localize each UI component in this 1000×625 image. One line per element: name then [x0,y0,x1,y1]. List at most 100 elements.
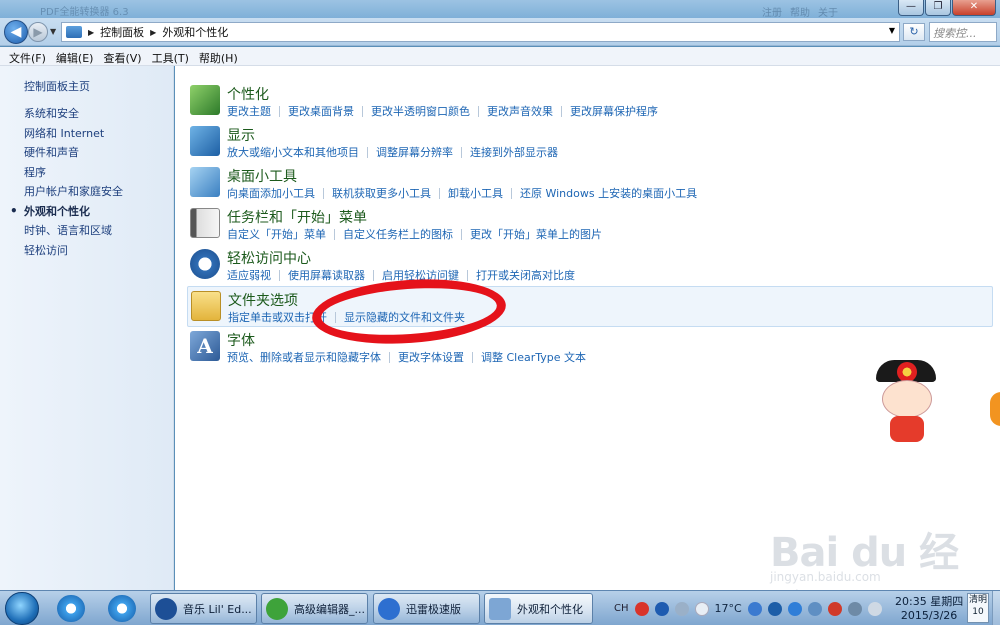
app-tray-icon[interactable] [807,601,822,616]
link-customize-taskbar-icons[interactable]: 自定义任务栏上的图标 [343,226,453,242]
link-change-sounds[interactable]: 更改声音效果 [487,103,553,119]
link-change-window-color[interactable]: 更改半透明窗口颜色 [371,103,470,119]
link-restore-gadgets[interactable]: 还原 Windows 上安装的桌面小工具 [520,185,697,201]
category-title[interactable]: 任务栏和「开始」菜单 [227,207,367,227]
menu-file[interactable]: 文件(F) [4,47,51,65]
category-display: 显示 放大或缩小文本和其他项目 调整屏幕分辨率 连接到外部显示器 [187,122,993,163]
minimize-button[interactable]: — [898,0,924,16]
back-button[interactable]: ◀ [4,20,28,44]
recent-pages-dropdown[interactable]: ▼ [50,27,56,36]
link-preview-fonts[interactable]: 预览、删除或者显示和隐藏字体 [227,349,381,365]
network-icon[interactable] [847,601,862,616]
link-customize-start-menu[interactable]: 自定义「开始」菜单 [227,226,326,242]
fonts-icon[interactable]: A [190,331,220,361]
task-appearance[interactable]: 外观和个性化 [484,593,593,624]
sidebar-item-user-accounts[interactable]: 用户帐户和家庭安全 [24,184,123,204]
system-tray: CH 17°C [614,595,882,622]
link-external-display[interactable]: 连接到外部显示器 [470,144,558,160]
category-title[interactable]: 轻松访问中心 [227,248,311,268]
category-gadgets: 桌面小工具 向桌面添加小工具 联机获取更多小工具 卸载小工具 还原 Window… [187,163,993,204]
sidebar-item-network[interactable]: 网络和 Internet [24,126,123,146]
calendar-badge[interactable]: 清明 10 [967,593,989,623]
sidebar-item-ease-of-access[interactable]: 轻松访问 [24,243,123,263]
category-title[interactable]: 个性化 [227,84,269,104]
weather-cloud-icon[interactable] [694,601,709,616]
breadcrumb-appearance[interactable]: 外观和个性化 [162,24,228,40]
link-font-settings[interactable]: 更改字体设置 [398,349,464,365]
taskbar-icon[interactable] [190,208,220,238]
tray-expand-icon[interactable] [674,601,689,616]
task-label: 外观和个性化 [517,602,583,616]
window-title: PDF全能转换器 6.3 [40,7,129,18]
ghost-menu-about: 关于 [818,8,838,19]
link-change-background[interactable]: 更改桌面背景 [288,103,354,119]
folder-options-icon[interactable] [191,291,221,321]
personalization-icon[interactable] [190,85,220,115]
link-change-screensaver[interactable]: 更改屏幕保护程序 [570,103,658,119]
search-input[interactable]: 搜索控... [929,22,997,42]
sidebar-item-hardware[interactable]: 硬件和声音 [24,145,123,165]
sidebar-item-programs[interactable]: 程序 [24,165,123,185]
category-title[interactable]: 字体 [227,330,255,350]
menu-view[interactable]: 查看(V) [98,47,146,65]
task-label: 迅雷极速版 [406,602,461,616]
task-xunlei[interactable]: 迅雷极速版 [373,593,480,624]
breadcrumb[interactable]: ▶ 控制面板 ▶ 外观和个性化 ▼ [61,22,900,42]
app-tray-icon[interactable] [747,601,762,616]
app-tray-icon[interactable] [767,601,782,616]
link-text-size[interactable]: 放大或缩小文本和其他项目 [227,144,359,160]
weather-temp[interactable]: 17°C [715,602,742,615]
task-music[interactable]: 音乐 Lil' Ed... [150,593,257,624]
category-title[interactable]: 桌面小工具 [227,166,297,186]
maximize-button[interactable]: ❐ [925,0,951,16]
menu-tools[interactable]: 工具(T) [147,47,194,65]
flag-icon[interactable] [827,601,842,616]
breadcrumb-control-panel[interactable]: 控制面板 [100,24,144,40]
kugou-icon [155,597,177,620]
sogou-input-icon[interactable] [634,601,649,616]
content-pane: 个性化 更改主题 更改桌面背景 更改半透明窗口颜色 更改声音效果 更改屏幕保护程… [175,66,1000,590]
security-shield-icon[interactable] [787,601,802,616]
gadgets-icon[interactable] [190,167,220,197]
orange-widget-icon[interactable] [990,392,1000,426]
link-high-contrast[interactable]: 打开或关闭高对比度 [476,267,575,283]
link-add-gadgets[interactable]: 向桌面添加小工具 [227,185,315,201]
chevron-down-icon[interactable]: ▼ [889,26,895,35]
link-low-vision[interactable]: 适应弱视 [227,267,271,283]
clock[interactable]: 20:35 星期四 2015/3/26 [895,595,963,623]
ie-icon[interactable] [108,595,136,622]
forward-button[interactable]: ▶ [28,22,48,42]
category-ease-of-access: 轻松访问中心 适应弱视 使用屏幕读取器 启用轻松访问键 打开或关闭高对比度 [187,245,993,286]
link-cleartype[interactable]: 调整 ClearType 文本 [481,349,586,365]
ease-of-access-icon[interactable] [190,249,220,279]
link-uninstall-gadget[interactable]: 卸载小工具 [448,185,503,201]
link-resolution[interactable]: 调整屏幕分辨率 [376,144,453,160]
close-button[interactable]: ✕ [952,0,996,16]
help-icon[interactable] [654,601,669,616]
refresh-button[interactable]: ↻ [903,23,925,41]
sidebar-item-system-security[interactable]: 系统和安全 [24,106,123,126]
menu-help[interactable]: 帮助(H) [194,47,243,65]
category-folder-options: 文件夹选项 指定单击或双击打开 显示隐藏的文件和文件夹 [187,286,993,327]
sidebar-item-clock-region[interactable]: 时钟、语言和区域 [24,223,123,243]
watermark-url: jingyan.baidu.com [770,570,881,584]
link-screen-reader[interactable]: 使用屏幕读取器 [288,267,365,283]
category-title[interactable]: 文件夹选项 [228,290,298,310]
start-button[interactable] [5,592,39,625]
sidebar-home-link[interactable]: 控制面板主页 [24,78,90,94]
ie-icon[interactable] [57,595,85,622]
category-personalization: 个性化 更改主题 更改桌面背景 更改半透明窗口颜色 更改声音效果 更改屏幕保护程… [187,81,993,122]
volume-icon[interactable] [867,601,882,616]
category-title[interactable]: 显示 [227,125,255,145]
link-change-theme[interactable]: 更改主题 [227,103,271,119]
chevron-right-icon[interactable]: ▶ [88,28,94,37]
sidebar-item-appearance[interactable]: 外观和个性化 [10,204,123,224]
task-editor[interactable]: 高级编辑器_... [261,593,368,624]
show-desktop-button[interactable] [992,591,1000,625]
chevron-right-icon[interactable]: ▶ [150,28,156,37]
link-get-more-gadgets[interactable]: 联机获取更多小工具 [332,185,431,201]
link-change-start-picture[interactable]: 更改「开始」菜单上的图片 [470,226,602,242]
menu-edit[interactable]: 编辑(E) [51,47,99,65]
display-icon[interactable] [190,126,220,156]
language-indicator[interactable]: CH [614,603,629,614]
